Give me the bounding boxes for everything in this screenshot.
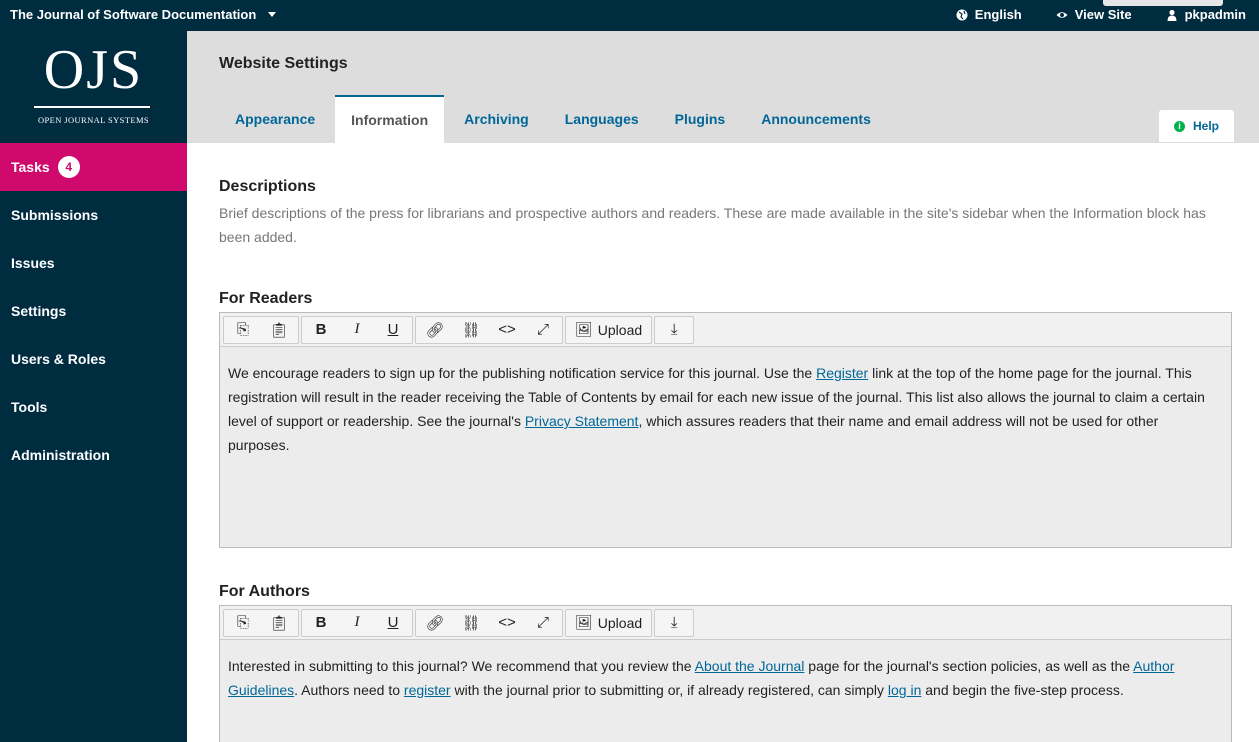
for-readers-label: For Readers xyxy=(219,290,313,307)
tab-appearance[interactable]: Appearance xyxy=(219,95,331,143)
descriptions-title: Descriptions xyxy=(219,178,316,195)
sidebar-item-label: Submissions xyxy=(11,207,99,223)
language-selector[interactable]: English xyxy=(956,7,1022,22)
sidebar-item-label: Tasks xyxy=(11,159,50,175)
view-site-link[interactable]: View Site xyxy=(1056,7,1132,22)
sidebar-item-label: Users & Roles xyxy=(11,351,106,367)
copy-icon[interactable]: ⎘ xyxy=(225,317,261,343)
logo-rule xyxy=(34,106,150,108)
language-label: English xyxy=(974,7,1022,22)
eye-icon xyxy=(1056,11,1068,18)
tab-plugins[interactable]: Plugins xyxy=(659,95,742,143)
image-icon: 🖼︎ xyxy=(575,614,593,630)
unlink-icon[interactable]: ⛓︎ xyxy=(453,317,489,343)
image-icon: 🖼︎ xyxy=(575,321,593,337)
upload-image-button[interactable]: 🖼︎ Upload xyxy=(567,317,650,343)
for-authors-label: For Authors xyxy=(219,583,310,600)
settings-tabs: Appearance Information Archiving Languag… xyxy=(219,95,891,143)
sidebar-nav: Tasks 4 Submissions Issues Settings User… xyxy=(0,143,187,479)
underline-icon[interactable]: U xyxy=(375,610,411,636)
text-segment: . Authors need to xyxy=(294,682,404,698)
help-label: Help xyxy=(1192,119,1219,133)
sidebar-item-administration[interactable]: Administration xyxy=(0,431,187,479)
register-link[interactable]: register xyxy=(404,682,451,698)
page-title: Website Settings xyxy=(219,55,348,72)
sidebar-item-settings[interactable]: Settings xyxy=(0,287,187,335)
text-segment: with the journal prior to submitting or,… xyxy=(450,682,888,698)
sidebar-item-label: Settings xyxy=(11,303,67,319)
tab-archiving[interactable]: Archiving xyxy=(448,95,545,143)
for-readers-editor: ⎘ 📋︎ B I U 🔗︎ ⛓︎ <> ⤢ 🖼︎ Upload ⤓ We enc… xyxy=(219,312,1232,548)
sidebar-item-label: Tools xyxy=(11,399,48,415)
sidebar: OJS OPEN JOURNAL SYSTEMS Tasks 4 Submiss… xyxy=(0,31,187,742)
tasks-count-badge: 4 xyxy=(57,156,80,178)
italic-icon[interactable]: I xyxy=(339,610,375,636)
upload-image-button[interactable]: 🖼︎ Upload xyxy=(567,610,650,636)
bold-icon[interactable]: B xyxy=(303,317,339,343)
paste-icon[interactable]: 📋︎ xyxy=(261,317,297,343)
descriptions-text: Brief descriptions of the press for libr… xyxy=(219,205,1206,245)
chevron-down-icon xyxy=(268,12,277,17)
unlink-icon[interactable]: ⛓︎ xyxy=(453,610,489,636)
page-header: Website Settings Appearance Information … xyxy=(187,31,1259,143)
info-icon: i xyxy=(1173,120,1185,132)
about-journal-link[interactable]: About the Journal xyxy=(695,658,805,674)
text-segment: page for the journal's section policies,… xyxy=(804,658,1134,674)
link-icon[interactable]: 🔗︎ xyxy=(417,610,453,636)
code-icon[interactable]: <> xyxy=(489,610,525,636)
for-authors-editor: ⎘ 📋︎ B I U 🔗︎ ⛓︎ <> ⤢ 🖼︎ Upload ⤓ Intere… xyxy=(219,605,1232,742)
tab-information[interactable]: Information xyxy=(335,95,445,143)
sidebar-item-tools[interactable]: Tools xyxy=(0,383,187,431)
text-segment: Interested in submitting to this journal… xyxy=(228,658,695,674)
link-icon[interactable]: 🔗︎ xyxy=(417,317,453,343)
italic-icon[interactable]: I xyxy=(339,317,375,343)
journal-switcher[interactable]: The Journal of Software Documentation xyxy=(10,7,277,22)
editor-toolbar: ⎘ 📋︎ B I U 🔗︎ ⛓︎ <> ⤢ 🖼︎ Upload ⤓ xyxy=(220,606,1231,640)
main-content: Descriptions Brief descriptions of the p… xyxy=(219,143,1232,742)
sidebar-item-label: Administration xyxy=(11,447,110,463)
upload-label: Upload xyxy=(597,614,643,631)
insert-icon[interactable]: ⤓ xyxy=(656,317,692,343)
tab-announcements[interactable]: Announcements xyxy=(745,95,887,143)
journal-name: The Journal of Software Documentation xyxy=(10,7,257,22)
for-authors-text[interactable]: Interested in submitting to this journal… xyxy=(220,640,1231,742)
fullscreen-icon[interactable]: ⤢ xyxy=(525,317,561,343)
code-icon[interactable]: <> xyxy=(489,317,525,343)
topbar-tab-decoration xyxy=(1103,0,1223,6)
underline-icon[interactable]: U xyxy=(375,317,411,343)
paste-icon[interactable]: 📋︎ xyxy=(261,610,297,636)
bold-icon[interactable]: B xyxy=(303,610,339,636)
text-segment: and begin the five-step process. xyxy=(921,682,1124,698)
sidebar-item-issues[interactable]: Issues xyxy=(0,239,187,287)
fullscreen-icon[interactable]: ⤢ xyxy=(525,610,561,636)
user-icon xyxy=(1167,9,1177,21)
copy-icon[interactable]: ⎘ xyxy=(225,610,261,636)
sidebar-item-submissions[interactable]: Submissions xyxy=(0,191,187,239)
top-bar: The Journal of Software Documentation En… xyxy=(0,0,1259,31)
ojs-logo[interactable]: OJS OPEN JOURNAL SYSTEMS xyxy=(0,31,187,143)
insert-icon[interactable]: ⤓ xyxy=(656,610,692,636)
sidebar-item-users-roles[interactable]: Users & Roles xyxy=(0,335,187,383)
username: pkpadmin xyxy=(1184,7,1246,22)
view-site-label: View Site xyxy=(1074,7,1132,22)
editor-toolbar: ⎘ 📋︎ B I U 🔗︎ ⛓︎ <> ⤢ 🖼︎ Upload ⤓ xyxy=(220,313,1231,347)
user-menu[interactable]: pkpadmin xyxy=(1166,7,1246,22)
upload-label: Upload xyxy=(597,321,643,338)
help-button[interactable]: i Help xyxy=(1159,110,1234,142)
login-link[interactable]: log in xyxy=(888,682,921,698)
text-segment: We encourage readers to sign up for the … xyxy=(228,365,817,381)
register-link[interactable]: Register xyxy=(816,365,868,381)
tab-languages[interactable]: Languages xyxy=(549,95,655,143)
logo-text: OJS xyxy=(43,39,144,101)
for-readers-text[interactable]: We encourage readers to sign up for the … xyxy=(220,347,1231,547)
sidebar-item-label: Issues xyxy=(11,255,55,271)
globe-icon xyxy=(956,9,968,20)
privacy-statement-link[interactable]: Privacy Statement xyxy=(525,413,639,429)
logo-subtitle: OPEN JOURNAL SYSTEMS xyxy=(37,115,150,125)
sidebar-item-tasks[interactable]: Tasks 4 xyxy=(0,143,187,191)
